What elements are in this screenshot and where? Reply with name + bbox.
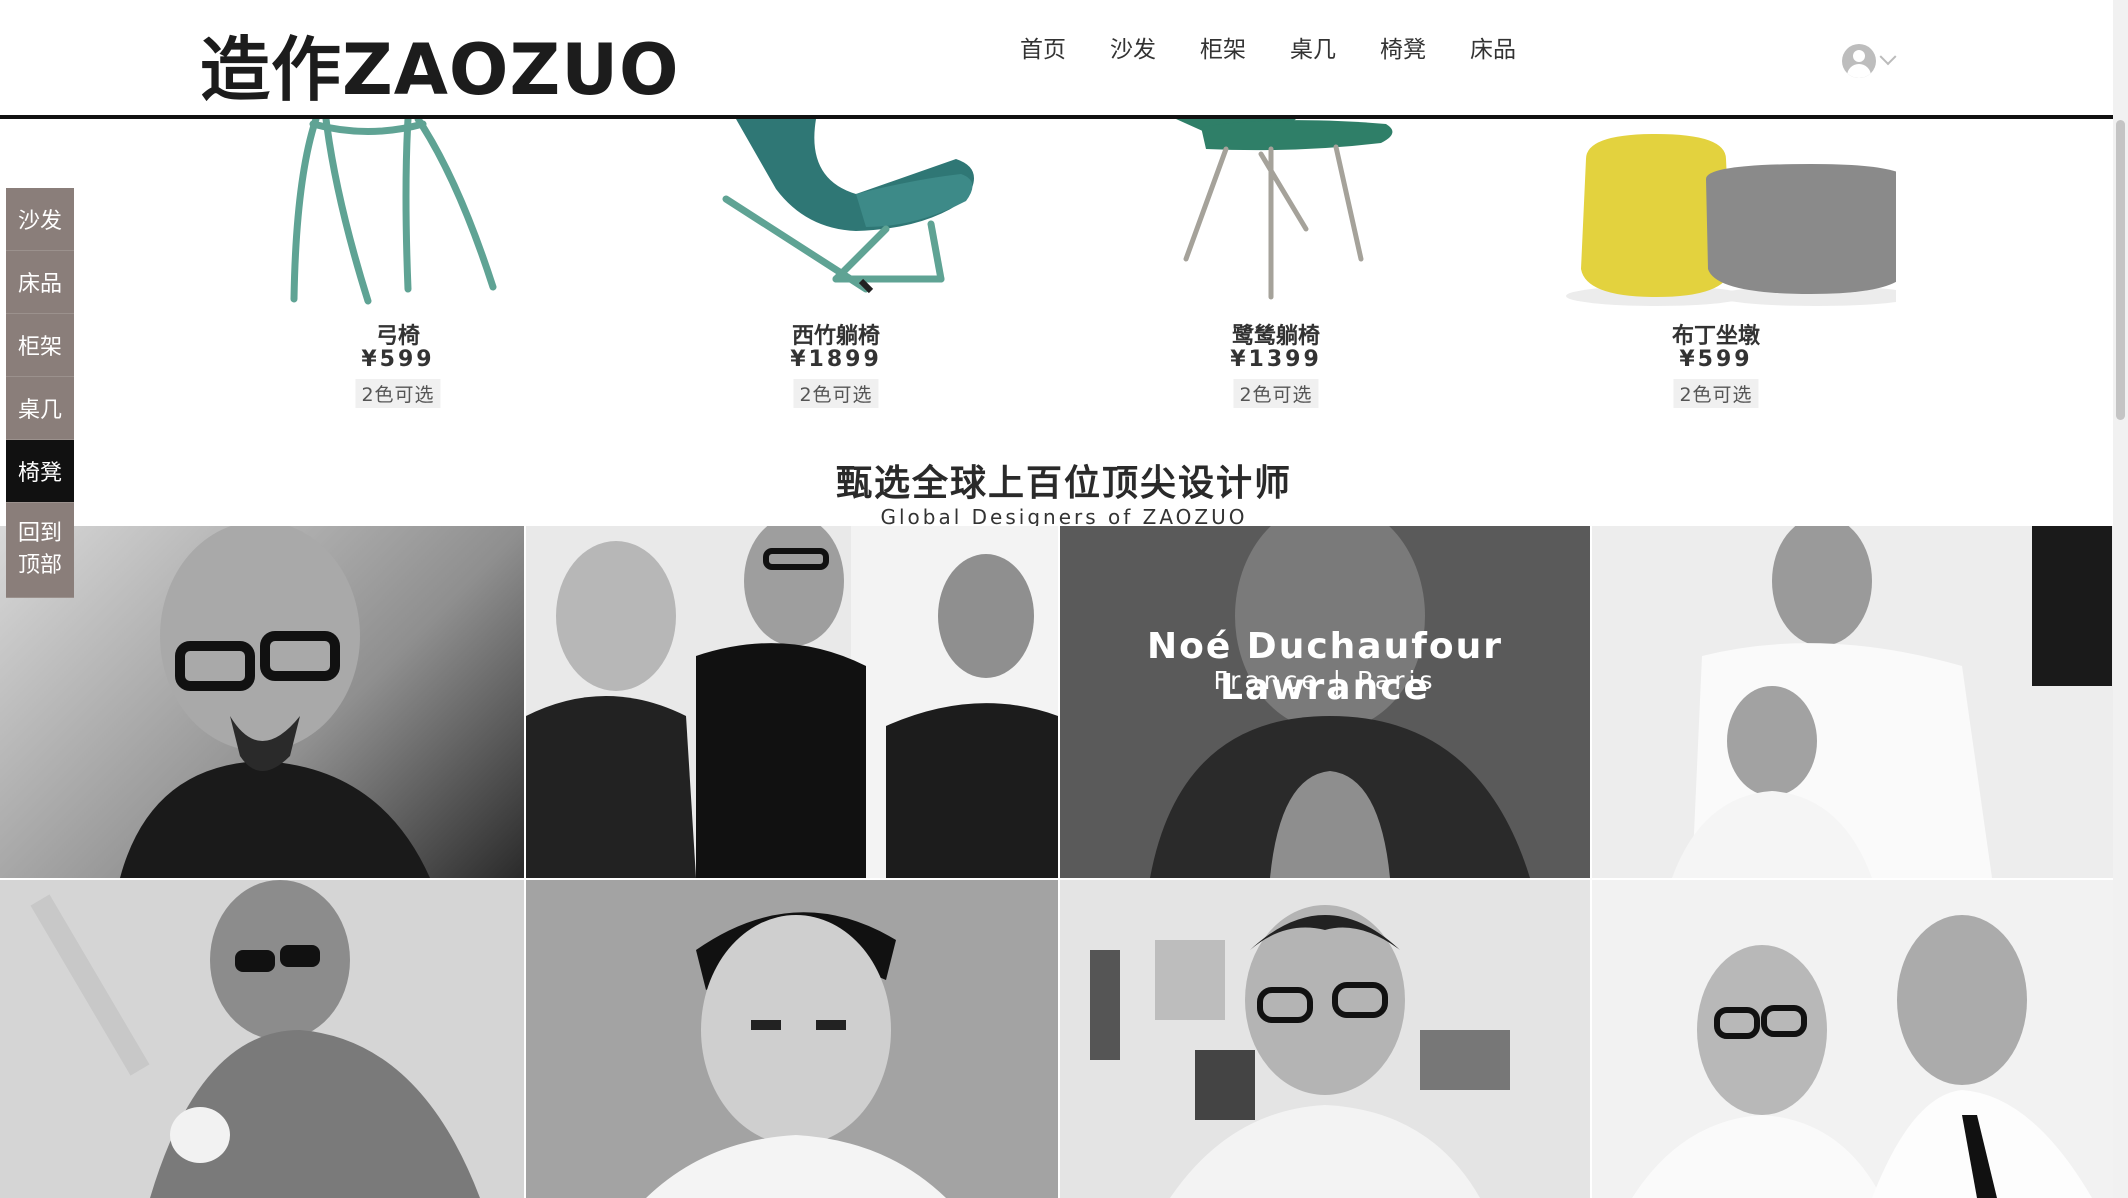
- nav-sofa[interactable]: 沙发: [1110, 30, 1156, 70]
- product-color-badge: 2色可选: [793, 379, 879, 408]
- user-menu[interactable]: [1842, 43, 1902, 79]
- featured-designer-location: France | Paris: [1213, 666, 1437, 695]
- sidenav-item-cabinet[interactable]: 柜架: [6, 314, 74, 377]
- product-image-egret-lounger[interactable]: [1096, 119, 1456, 309]
- product-card[interactable]: 弓椅 ¥599 2色可选: [218, 115, 578, 419]
- site-header: 造作ZAOZUO 首页 沙发 柜架 桌几 椅凳 床品: [0, 0, 2128, 119]
- product-name[interactable]: 布丁坐墩: [1536, 318, 1896, 350]
- page-scrollbar[interactable]: [2113, 0, 2128, 1198]
- nav-bedding[interactable]: 床品: [1470, 30, 1516, 70]
- product-card[interactable]: 鹭鸶躺椅 ¥1399 2色可选: [1096, 119, 1456, 419]
- sidenav-item-bedding[interactable]: 床品: [6, 251, 74, 314]
- product-image-pudding-pouf[interactable]: [1536, 119, 1916, 309]
- product-name[interactable]: 弓椅: [218, 318, 578, 350]
- nav-chair[interactable]: 椅凳: [1380, 30, 1426, 70]
- designer-photo[interactable]: [1592, 880, 2128, 1198]
- product-color-badge: 2色可选: [1233, 379, 1319, 408]
- user-avatar-icon[interactable]: [1842, 44, 1876, 78]
- product-color-badge: 2色可选: [355, 379, 441, 408]
- product-card[interactable]: 西竹躺椅 ¥1899 2色可选: [656, 119, 1016, 419]
- product-color-badge: 2色可选: [1673, 379, 1759, 408]
- product-image-bamboo-lounger[interactable]: [656, 119, 1016, 309]
- nav-cabinet[interactable]: 柜架: [1200, 30, 1246, 70]
- main-nav: 首页 沙发 柜架 桌几 椅凳 床品: [1020, 30, 1560, 70]
- designers-subheading: Global Designers of ZAOZUO: [880, 505, 1248, 527]
- sidenav-item-table[interactable]: 桌几: [6, 377, 74, 440]
- designer-photo[interactable]: [526, 880, 1058, 1198]
- back-to-top-button[interactable]: 回到顶部: [6, 503, 74, 598]
- designer-photo[interactable]: [526, 526, 1058, 878]
- product-name[interactable]: 西竹躺椅: [656, 318, 1016, 350]
- product-price: ¥1899: [790, 347, 882, 372]
- product-name[interactable]: 鹭鸶躺椅: [1096, 318, 1456, 350]
- chevron-down-icon[interactable]: [1879, 48, 1897, 66]
- designers-heading: 甄选全球上百位顶尖设计师: [835, 463, 1292, 504]
- product-card[interactable]: 布丁坐墩 ¥599 2色可选: [1536, 119, 1916, 419]
- sidenav-item-chair[interactable]: 椅凳: [6, 440, 74, 503]
- designer-photo[interactable]: [1060, 880, 1590, 1198]
- nav-table[interactable]: 桌几: [1290, 30, 1336, 70]
- scrollbar-thumb[interactable]: [2116, 120, 2125, 420]
- product-price: ¥599: [1679, 347, 1753, 372]
- product-price: ¥599: [361, 347, 435, 372]
- sidenav-item-sofa[interactable]: 沙发: [6, 188, 74, 251]
- product-price: ¥1399: [1230, 347, 1322, 372]
- product-image-bow-chair[interactable]: [218, 115, 578, 309]
- designer-photo-featured[interactable]: Noé Duchaufour Lawrance France | Paris: [1060, 526, 1590, 878]
- site-logo[interactable]: 造作ZAOZUO: [200, 30, 680, 110]
- nav-home[interactable]: 首页: [1020, 30, 1066, 70]
- designer-photo[interactable]: [0, 880, 524, 1198]
- designer-photo[interactable]: [0, 526, 524, 878]
- designer-photo[interactable]: [1592, 526, 2128, 878]
- designer-photo-grid: Noé Duchaufour Lawrance France | Paris: [0, 526, 2128, 1198]
- side-category-nav: 沙发 床品 柜架 桌几 椅凳 回到顶部: [6, 188, 74, 598]
